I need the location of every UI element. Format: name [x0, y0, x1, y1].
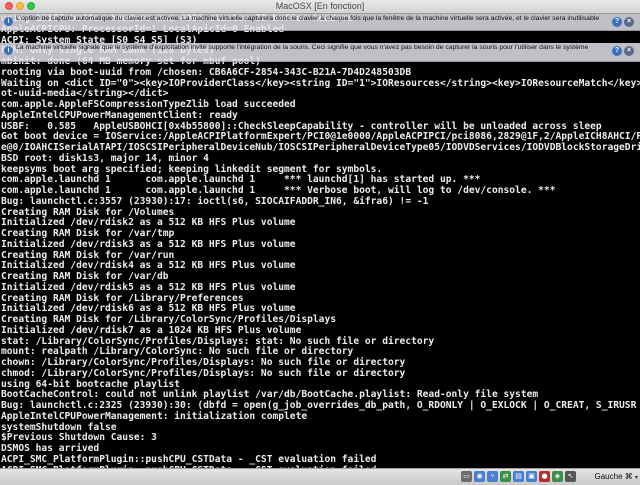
- console-line: ACPI_SMC_PlatformPlugin::pushCPU_CSTData…: [1, 453, 377, 465]
- notification-keyboard-capture: i L'option de capture automatique du cla…: [0, 14, 640, 31]
- help-icon[interactable]: ?: [612, 46, 622, 56]
- vm-statusbar: ▭ ◉ ⑂ ⇄ ▤ ▣ ● ◈ ↖ Gauche ⌘ ▾: [0, 468, 640, 485]
- video-capture-icon[interactable]: ●: [539, 471, 550, 482]
- console-line: Creating RAM Disk for /var/tmp: [1, 228, 175, 239]
- console-line: DSMOS has arrived: [1, 443, 100, 454]
- console-line: AppleIntelCPUPowerManagementClient: read…: [1, 109, 238, 121]
- network-icon[interactable]: ⇄: [500, 471, 511, 482]
- help-icon[interactable]: ?: [612, 17, 622, 27]
- console-line: chmod: /Library/ColorSync/Profiles/Displ…: [1, 367, 406, 379]
- info-icon: i: [4, 17, 13, 26]
- host-key-indicator[interactable]: Gauche ⌘ ▾: [595, 471, 639, 484]
- hard-disk-icon[interactable]: ▭: [461, 471, 472, 482]
- console-line: USBF: 0.585 AppleUSBOHCI[0x4b55800]::Che…: [1, 120, 602, 132]
- host-key-arrow-icon: ▾: [634, 475, 638, 481]
- console-line: Bug: launchctl.c:2325 (23930):30: (dbfd …: [1, 400, 637, 411]
- host-key-label: Gauche ⌘: [594, 472, 633, 481]
- console-line: rooting via boot-uuid from /chosen: CB6A…: [1, 66, 412, 78]
- console-line: com.apple.launchd 1 com.apple.launchd 1 …: [1, 174, 481, 186]
- close-icon[interactable]: ×: [624, 17, 634, 27]
- console-line: Bug: launchctl.c:3557 (23930):17: ioctl(…: [1, 195, 429, 207]
- console-line: Initialized /dev/rdisk3 as a 512 KB HFS …: [1, 238, 296, 250]
- console-line: stat: /Library/ColorSync/Profiles/Displa…: [1, 335, 435, 347]
- notification-message: L'option de capture automatique du clavi…: [16, 15, 600, 22]
- window-title: MacOSX [En fonction]: [275, 1, 365, 11]
- boot-console[interactable]: using 13107 buffer headers and 4096 clus…: [0, 14, 640, 468]
- cpu-icon[interactable]: ◈: [552, 471, 563, 482]
- console-line: systemShutdown false: [1, 421, 117, 433]
- notification-mouse-integration: i La machine virtuelle signale que le sy…: [0, 43, 640, 62]
- console-line: Initialized /dev/rdisk6 as a 512 KB HFS …: [1, 303, 296, 315]
- console-line: $Previous Shutdown Cause: 3: [1, 432, 157, 444]
- notification-message: La machine virtuelle signale que le syst…: [16, 44, 589, 51]
- mouse-integration-icon[interactable]: ↖: [565, 471, 576, 482]
- console-line: keepsyms boot arg specified; keeping lin…: [1, 163, 383, 175]
- console-line: com.apple.launchd 1 com.apple.launchd 1 …: [1, 185, 556, 196]
- console-line: Creating RAM Disk for /var/run: [1, 249, 175, 261]
- console-line: Creating RAM Disk for /Library/Preferenc…: [1, 292, 244, 304]
- console-line: Initialized /dev/rdisk5 as a 512 KB HFS …: [1, 281, 296, 293]
- status-icons: ▭ ◉ ⑂ ⇄ ▤ ▣ ● ◈ ↖: [461, 471, 576, 483]
- console-line: AppleIntelCPUPowerManagement: initializa…: [1, 410, 308, 422]
- console-line: e@0/IOAHCISerialATAPI/IOSCSIPeripheralDe…: [1, 142, 640, 153]
- usb-icon[interactable]: ⑂: [487, 471, 498, 482]
- console-line: Creating RAM Disk for /Volumes: [1, 206, 175, 218]
- console-line: Waiting on <dict ID="0"><key>IOProviderC…: [1, 77, 640, 89]
- console-line: BSD root: disk1s3, major 14, minor 4: [1, 152, 209, 164]
- console-line: BootCacheControl: could not unlink playl…: [1, 389, 539, 401]
- console-line: chown: /Library/ColorSync/Profiles/Displ…: [1, 357, 406, 368]
- console-line: mount: realpath /Library/ColorSync: No s…: [1, 346, 354, 358]
- window-titlebar[interactable]: MacOSX [En fonction]: [0, 0, 640, 14]
- console-line: com.apple.AppleFSCompressionTypeZlib loa…: [1, 99, 296, 110]
- console-line: ot-uuid-media</string></dict>: [1, 88, 169, 100]
- optical-drive-icon[interactable]: ◉: [474, 471, 485, 482]
- display-icon[interactable]: ▣: [526, 471, 537, 482]
- close-icon[interactable]: ×: [624, 46, 634, 56]
- console-line: Got boot device = IOService:/AppleACPIPl…: [1, 131, 640, 143]
- console-line: Initialized /dev/rdisk7 as a 1024 KB HFS…: [1, 324, 302, 336]
- shared-folder-icon[interactable]: ▤: [513, 471, 524, 482]
- console-line: Creating RAM Disk for /Library/ColorSync…: [1, 314, 337, 325]
- console-line: Initialized /dev/rdisk4 as a 512 KB HFS …: [1, 260, 296, 272]
- console-line: using 64-bit bootcache playlist: [1, 378, 181, 390]
- console-output: using 13107 buffer headers and 4096 clus…: [0, 14, 640, 468]
- console-line: Initialized /dev/rdisk2 as a 512 KB HFS …: [1, 217, 296, 229]
- console-line: Creating RAM Disk for /var/db: [1, 271, 169, 282]
- info-icon: i: [4, 46, 13, 55]
